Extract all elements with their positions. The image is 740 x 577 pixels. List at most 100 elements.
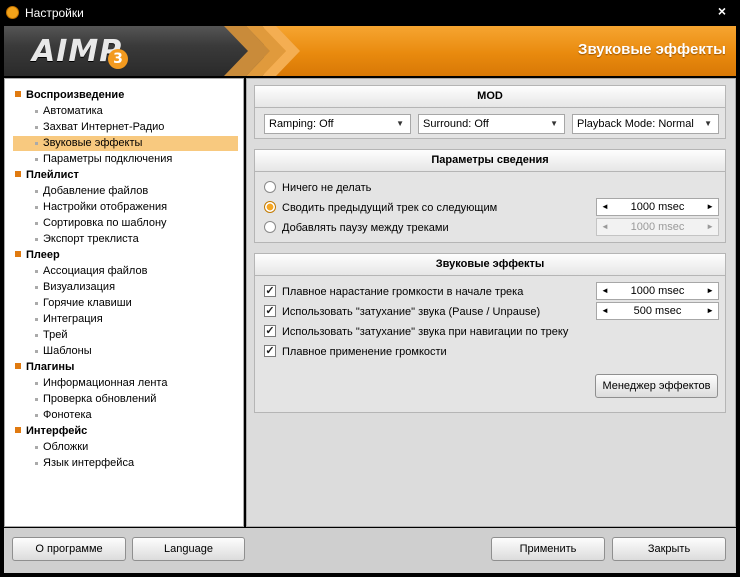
tree-item-label: Захват Интернет-Радио <box>43 121 165 133</box>
category-bullet-icon <box>15 427 21 434</box>
bottom-bar: О программе Language Применить Закрыть <box>4 528 736 573</box>
tree-dot-icon <box>35 398 38 401</box>
tree-dot-icon <box>35 334 38 337</box>
close-icon[interactable]: × <box>718 3 726 19</box>
checkbox-checked[interactable]: ✓ <box>264 305 276 318</box>
tree-item-label: Настройки отображения <box>43 201 168 213</box>
tree-category-interface[interactable]: Интерфейс <box>15 425 87 437</box>
tree-item-integration[interactable]: Интеграция <box>13 312 238 327</box>
tree-category-label: Воспроизведение <box>26 89 125 101</box>
tree-item-display-settings[interactable]: Настройки отображения <box>13 200 238 215</box>
tree-dot-icon <box>35 190 38 193</box>
tree-item-info-feed[interactable]: Информационная лента <box>13 376 238 391</box>
pause-fade-checkbox-row[interactable]: ✓ Использовать "затухание" звука (Pause /… <box>264 304 540 320</box>
close-button[interactable]: Закрыть <box>612 537 726 561</box>
surround-dropdown[interactable]: Surround: Off ▼ <box>418 114 565 134</box>
tree-item-hotkeys[interactable]: Горячие клавиши <box>13 296 238 311</box>
fade-in-duration-value: 1000 msec <box>630 285 685 297</box>
tree-category-plugins[interactable]: Плагины <box>15 361 74 373</box>
title-bar[interactable]: Настройки × <box>0 0 740 26</box>
tree-dot-icon <box>35 206 38 209</box>
effect-option-label: Использовать "затухание" звука (Pause / … <box>282 306 541 318</box>
category-bullet-icon <box>15 171 21 178</box>
tree-dot-icon <box>35 286 38 289</box>
crossfade-duration-spinner[interactable]: ◄ 1000 msec ► <box>596 198 719 216</box>
tree-dot-icon <box>35 462 38 465</box>
spin-right-icon[interactable]: ► <box>706 283 714 299</box>
tree-item-radio-capture[interactable]: Захват Интернет-Радио <box>13 120 238 135</box>
tree-item-label: Параметры подключения <box>43 153 173 165</box>
tree-item-label: Обложки <box>43 441 89 453</box>
mixing-option-none[interactable]: Ничего не делать <box>264 180 371 196</box>
ramping-dropdown[interactable]: Ramping: Off ▼ <box>264 114 411 134</box>
tree-item-label: Горячие клавиши <box>43 297 132 309</box>
tree-item-connection[interactable]: Параметры подключения <box>13 152 238 167</box>
effects-manager-button[interactable]: Менеджер эффектов <box>595 374 718 398</box>
radio-button[interactable] <box>264 181 276 194</box>
pause-fade-duration-spinner[interactable]: ◄ 500 msec ► <box>596 302 719 320</box>
tree-category-playlist[interactable]: Плейлист <box>15 169 79 181</box>
tree-item-export-tracklist[interactable]: Экспорт треклиста <box>13 232 238 247</box>
tree-item-label: Добавление файлов <box>43 185 149 197</box>
tree-category-player[interactable]: Плеер <box>15 249 60 261</box>
tree-item-label: Интеграция <box>43 313 103 325</box>
effect-option-label: Использовать "затухание" звука при навиг… <box>282 326 569 338</box>
tree-item-tray[interactable]: Трей <box>13 328 238 343</box>
tree-dot-icon <box>35 270 38 273</box>
tree-item-label: Звуковые эффекты <box>43 137 143 149</box>
chevron-down-icon: ▼ <box>704 119 712 128</box>
tree-item-add-files[interactable]: Добавление файлов <box>13 184 238 199</box>
tree-item-label: Сортировка по шаблону <box>43 217 167 229</box>
crossfade-duration-value: 1000 msec <box>630 201 685 213</box>
tree-item-file-association[interactable]: Ассоциация файлов <box>13 264 238 279</box>
tree-category-label: Плейлист <box>26 169 79 181</box>
playback-mode-dropdown[interactable]: Playback Mode: Normal ▼ <box>572 114 719 134</box>
radio-button[interactable] <box>264 221 276 234</box>
tree-item-label: Фонотека <box>43 409 92 421</box>
settings-tree: Воспроизведение Автоматика Захват Интерн… <box>4 78 244 527</box>
language-button[interactable]: Language <box>132 537 245 561</box>
spin-right-icon[interactable]: ► <box>706 303 714 319</box>
pause-duration-value: 1000 msec <box>630 221 685 233</box>
radio-button-selected[interactable] <box>264 201 276 214</box>
effects-group: Звуковые эффекты ✓ Плавное нарастание гро… <box>254 253 726 413</box>
settings-content: MOD Ramping: Off ▼ Surround: Off ▼ Playb… <box>246 78 736 527</box>
tree-item-sound-effects[interactable]: Звуковые эффекты <box>13 136 238 151</box>
about-button[interactable]: О программе <box>12 537 126 561</box>
mixing-option-crossfade[interactable]: Сводить предыдущий трек со следующим <box>264 200 497 216</box>
tree-item-update-check[interactable]: Проверка обновлений <box>13 392 238 407</box>
window-title: Настройки <box>25 6 84 20</box>
tree-item-skins[interactable]: Обложки <box>13 440 238 455</box>
checkbox-checked[interactable]: ✓ <box>264 285 276 298</box>
tree-item-language[interactable]: Язык интерфейса <box>13 456 238 471</box>
fade-in-duration-spinner[interactable]: ◄ 1000 msec ► <box>596 282 719 300</box>
aimp-logo-version: 3 <box>108 49 128 69</box>
tree-item-label: Язык интерфейса <box>43 457 135 469</box>
apply-button[interactable]: Применить <box>491 537 605 561</box>
tree-item-templates[interactable]: Шаблоны <box>13 344 238 359</box>
tree-category-playback[interactable]: Воспроизведение <box>15 89 124 101</box>
fade-in-checkbox-row[interactable]: ✓ Плавное нарастание громкости в начале т… <box>264 284 523 300</box>
spin-right-icon[interactable]: ► <box>706 199 714 215</box>
tree-item-music-library[interactable]: Фонотека <box>13 408 238 423</box>
tree-item-automation[interactable]: Автоматика <box>13 104 238 119</box>
tree-dot-icon <box>35 350 38 353</box>
tree-item-label: Шаблоны <box>43 345 92 357</box>
checkbox-checked[interactable]: ✓ <box>264 345 276 358</box>
seek-fade-checkbox-row[interactable]: ✓ Использовать "затухание" звука при нави… <box>264 324 568 340</box>
tree-item-sort-template[interactable]: Сортировка по шаблону <box>13 216 238 231</box>
pause-duration-spinner: ◄ 1000 msec ► <box>596 218 719 236</box>
spin-left-icon[interactable]: ◄ <box>601 199 609 215</box>
tree-item-visualization[interactable]: Визуализация <box>13 280 238 295</box>
tree-item-label: Экспорт треклиста <box>43 233 139 245</box>
spin-right-icon: ► <box>706 222 714 231</box>
mixing-option-label: Добавлять паузу между треками <box>282 222 449 234</box>
spin-left-icon[interactable]: ◄ <box>601 303 609 319</box>
tree-dot-icon <box>35 238 38 241</box>
checkbox-checked[interactable]: ✓ <box>264 325 276 338</box>
tree-dot-icon <box>35 126 38 129</box>
mixing-option-pause[interactable]: Добавлять паузу между треками <box>264 220 449 236</box>
smooth-volume-checkbox-row[interactable]: ✓ Плавное применение громкости <box>264 344 447 360</box>
mixing-option-label: Сводить предыдущий трек со следующим <box>282 202 498 214</box>
spin-left-icon[interactable]: ◄ <box>601 283 609 299</box>
